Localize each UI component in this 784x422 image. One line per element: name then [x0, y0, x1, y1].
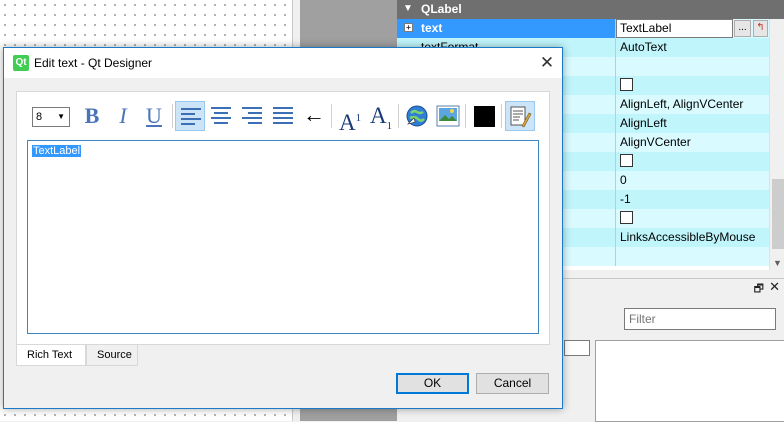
scrollbar-thumb[interactable]	[772, 179, 784, 249]
superscript-icon: A1	[338, 109, 362, 135]
align-left-button[interactable]	[175, 101, 205, 131]
tab-source[interactable]: Source	[86, 345, 138, 366]
align-right-icon	[242, 107, 262, 125]
text-property-input[interactable]: TextLabel	[616, 19, 733, 38]
align-center-icon	[211, 107, 231, 125]
toolbar-separator	[465, 104, 466, 128]
property-value[interactable]: AlignLeft	[616, 114, 769, 133]
rich-text-edit-area[interactable]: TextLabel	[27, 140, 539, 334]
collapse-chevron-icon[interactable]: ▼	[403, 3, 413, 14]
chevron-down-icon: ▼	[57, 112, 65, 121]
property-value[interactable]: -1	[616, 190, 769, 209]
simplify-html-button[interactable]	[505, 101, 535, 131]
formatting-toolbar: 8 ▼ B I U ← A1 A1	[25, 101, 545, 135]
bold-button[interactable]: B	[77, 101, 107, 131]
text-color-button[interactable]	[469, 101, 499, 131]
underline-icon: U	[146, 103, 162, 128]
toolbar-separator	[501, 104, 502, 128]
align-center-button[interactable]	[206, 101, 236, 131]
direction-arrow-icon: ←	[303, 102, 325, 127]
expand-icon[interactable]: +	[404, 23, 413, 32]
close-icon[interactable]: ✕	[769, 279, 780, 295]
float-icon[interactable]: 🗗	[754, 280, 764, 299]
tab-rich-text[interactable]: Rich Text	[16, 345, 86, 366]
justify-icon	[273, 107, 293, 125]
align-right-button[interactable]	[237, 101, 267, 131]
subscript-icon: A1	[369, 103, 393, 132]
property-value[interactable]: AutoText	[616, 38, 769, 57]
ok-button[interactable]: OK	[396, 373, 469, 394]
superscript-button[interactable]: A1	[335, 101, 365, 135]
close-icon[interactable]: ✕	[532, 48, 562, 78]
dock-tree-view[interactable]	[564, 340, 590, 356]
property-value[interactable]: 0	[616, 171, 769, 190]
text-color-icon	[474, 106, 495, 127]
insert-link-button[interactable]	[402, 101, 432, 131]
underline-button[interactable]: U	[139, 101, 169, 131]
edit-text-button[interactable]: ...	[734, 20, 751, 37]
image-icon	[436, 105, 460, 127]
property-value[interactable]	[616, 247, 769, 266]
property-row-text[interactable]: + text TextLabel ... ↰	[397, 19, 769, 38]
property-value[interactable]: AlignVCenter	[616, 133, 769, 152]
toolbar-separator	[331, 104, 332, 128]
section-label: QLabel	[421, 2, 462, 16]
property-value[interactable]: LinksAccessibleByMouse	[616, 228, 769, 247]
property-name: text	[421, 21, 443, 35]
text-direction-button[interactable]: ←	[299, 101, 329, 131]
property-value[interactable]: AlignLeft, AlignVCenter	[616, 95, 769, 114]
italic-icon: I	[119, 103, 127, 128]
property-checkbox[interactable]	[620, 154, 633, 167]
dialog-title: Edit text - Qt Designer	[34, 56, 153, 70]
property-checkbox[interactable]	[620, 78, 633, 91]
property-scrollbar[interactable]: ▼	[769, 19, 784, 270]
toolbar-separator	[398, 104, 399, 128]
link-icon	[406, 105, 428, 127]
edit-text-dialog: Qt Edit text - Qt Designer ✕ 8 ▼ B I U ←…	[3, 47, 563, 409]
font-size-value: 8	[36, 111, 43, 123]
simplify-html-icon	[510, 106, 532, 128]
filter-input[interactable]	[624, 308, 776, 330]
rich-text-editor-panel: 8 ▼ B I U ← A1 A1 TextLabel	[16, 91, 550, 345]
property-section-header[interactable]: ▼ QLabel	[397, 0, 784, 19]
qt-designer-icon: Qt	[13, 55, 29, 71]
toolbar-separator	[172, 104, 173, 128]
dock-list-view[interactable]	[595, 340, 784, 422]
font-size-select[interactable]: 8 ▼	[32, 107, 70, 127]
selected-text[interactable]: TextLabel	[32, 145, 82, 157]
scroll-down-icon[interactable]: ▼	[773, 258, 782, 268]
property-checkbox[interactable]	[620, 211, 633, 224]
justify-button[interactable]	[268, 101, 298, 131]
align-left-icon	[181, 108, 201, 126]
subscript-button[interactable]: A1	[366, 101, 396, 132]
insert-image-button[interactable]	[433, 101, 463, 131]
dialog-titlebar[interactable]: Qt Edit text - Qt Designer ✕	[4, 48, 562, 78]
italic-button[interactable]: I	[108, 101, 138, 131]
property-value[interactable]	[616, 57, 769, 76]
reset-icon[interactable]: ↰	[753, 20, 768, 37]
cancel-button[interactable]: Cancel	[476, 373, 549, 394]
bold-icon: B	[84, 103, 100, 128]
